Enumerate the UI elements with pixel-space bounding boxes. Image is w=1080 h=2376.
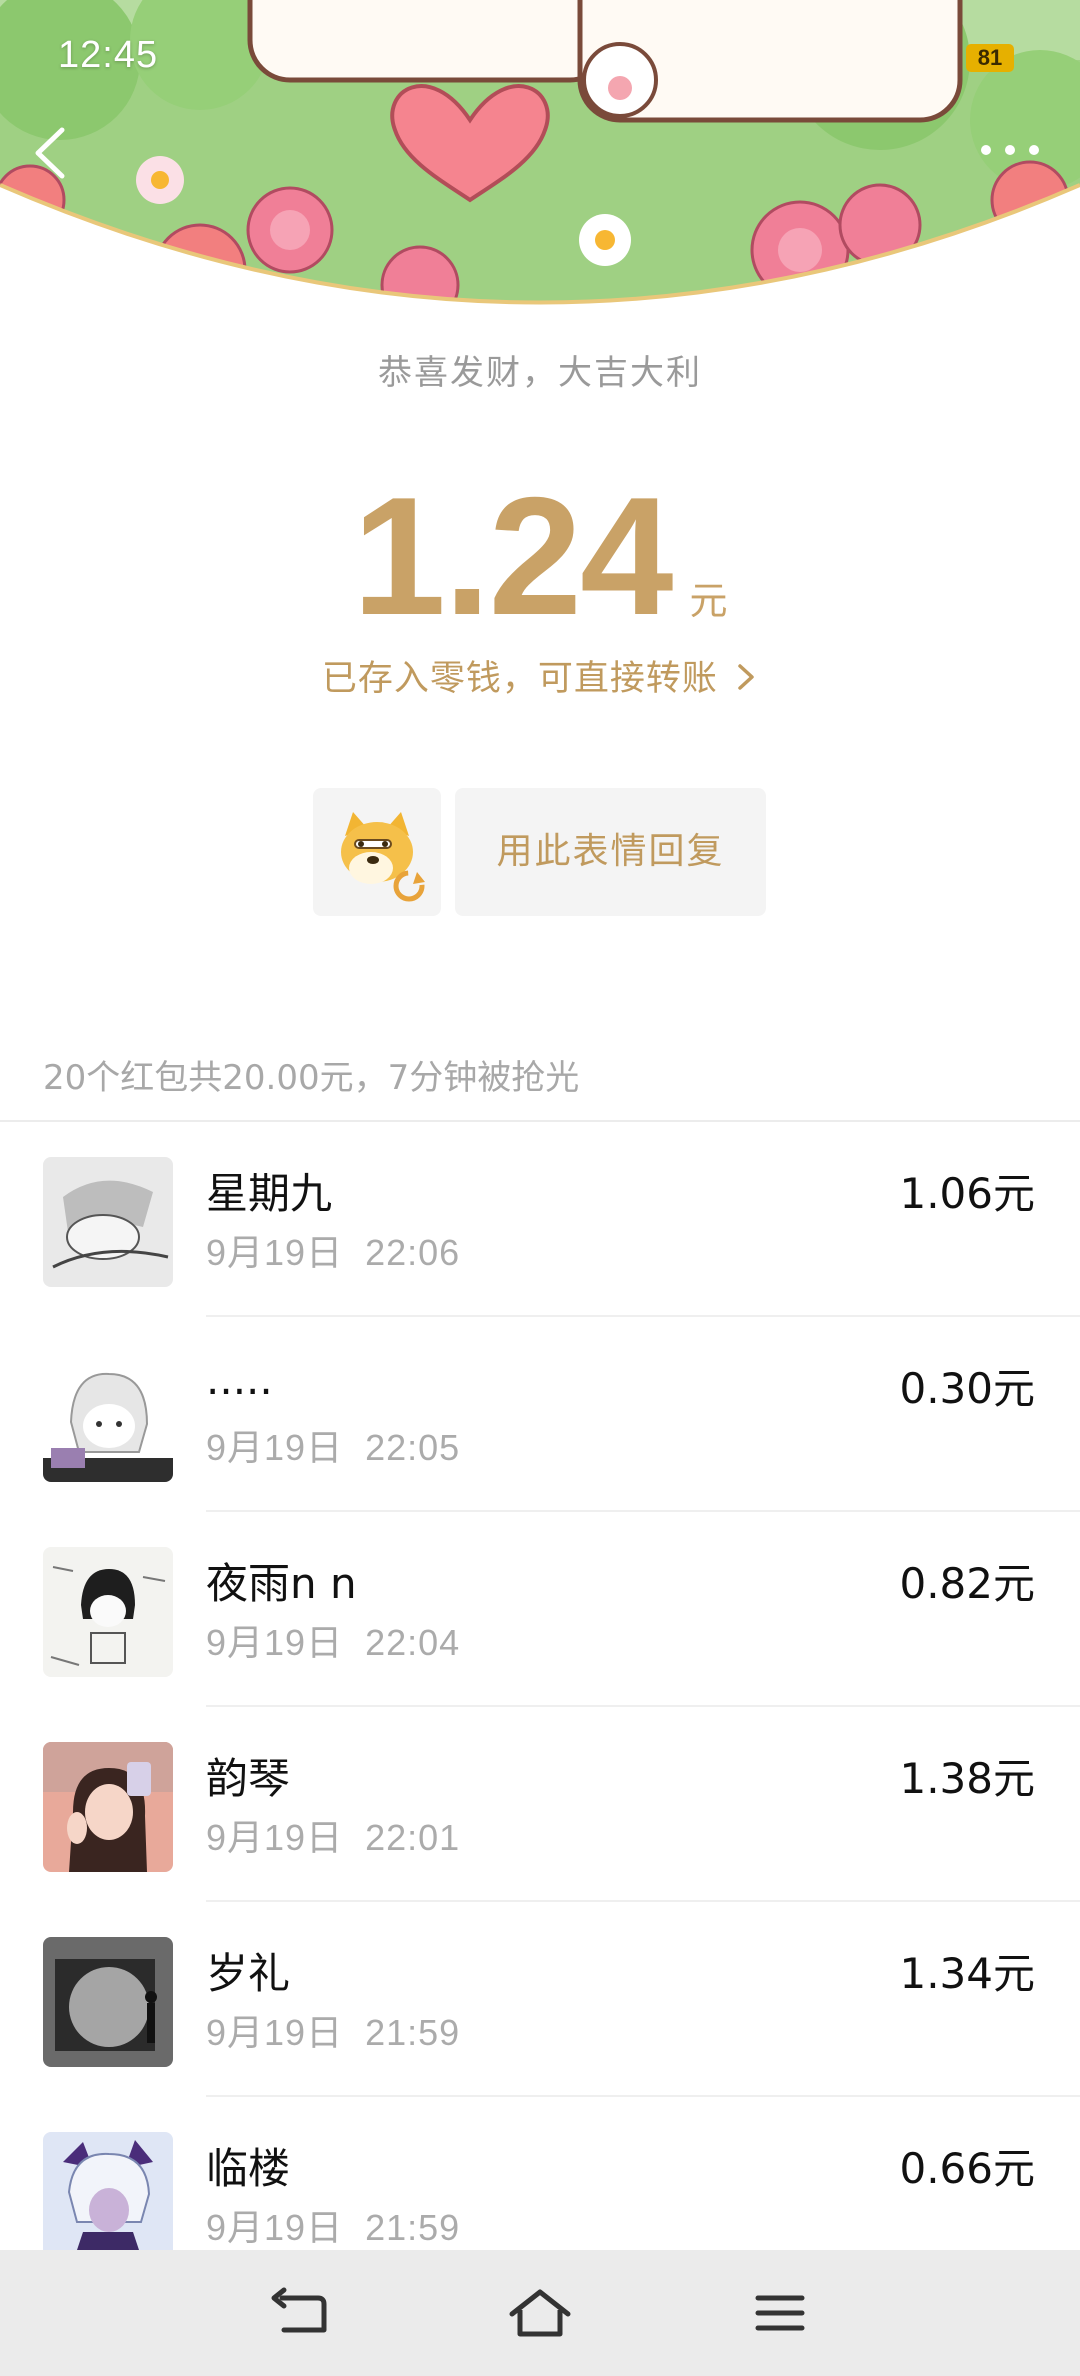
claim-amount: 1.34元 — [899, 1949, 1035, 1998]
avatar[interactable] — [43, 1352, 173, 1482]
system-navigation-bar — [0, 2250, 1080, 2376]
avatar[interactable] — [43, 2132, 173, 2262]
red-packet-cover-banner: 12:45 81 — [0, 0, 1080, 325]
claim-time: 9月19日 21:59 — [206, 2012, 461, 2053]
avatar[interactable] — [43, 1937, 173, 2067]
reply-with-emoji-button[interactable]: 用此表情回复 — [455, 788, 766, 916]
claim-time: 9月19日 22:05 — [206, 1427, 461, 1468]
back-arrow-icon — [271, 2287, 327, 2333]
claim-row[interactable]: 夜雨n n 9月19日 22:04 0.82元 — [0, 1512, 1080, 1707]
received-amount: 1.24 元 — [0, 460, 1080, 653]
saved-to-change-link[interactable]: 已存入零钱，可直接转账 — [0, 650, 1080, 701]
nav-menu-button[interactable] — [740, 2280, 820, 2346]
cover-illustration — [0, 0, 1080, 305]
claim-row[interactable]: 星期九 9月19日 22:06 1.06元 — [0, 1122, 1080, 1317]
status-bar-time: 12:45 — [58, 34, 159, 76]
claimer-name: 韵琴 — [206, 1754, 291, 1803]
more-dots-icon — [981, 145, 1039, 155]
red-packet-summary: 20个红包共20.00元，7分钟被抢光 — [43, 1058, 580, 1098]
claim-amount: 1.38元 — [899, 1754, 1035, 1803]
greeting-message: 恭喜发财，大吉大利 — [378, 353, 702, 393]
claim-amount: 1.06元 — [899, 1169, 1035, 1218]
avatar[interactable] — [43, 1547, 173, 1677]
avatar[interactable] — [43, 1157, 173, 1287]
home-icon — [509, 2289, 571, 2337]
claim-time: 9月19日 22:06 — [206, 1232, 461, 1273]
amount-value: 1.24 — [352, 462, 674, 650]
claim-time: 9月19日 21:59 — [206, 2207, 461, 2248]
claimer-name: 岁礼 — [206, 1949, 291, 1998]
claim-amount: 0.30元 — [899, 1364, 1035, 1413]
battery-indicator: 81 — [966, 44, 1014, 72]
claim-amount: 0.82元 — [899, 1559, 1035, 1608]
menu-icon — [755, 2295, 805, 2331]
chevron-left-icon — [35, 127, 65, 179]
amount-unit: 元 — [689, 579, 728, 623]
claim-row[interactable]: 岁礼 9月19日 21:59 1.34元 — [0, 1902, 1080, 2097]
claim-row[interactable]: ..... 9月19日 22:05 0.30元 — [0, 1317, 1080, 1512]
claim-amount: 0.66元 — [899, 2144, 1035, 2193]
saved-to-change-text: 已存入零钱，可直接转账 — [321, 659, 718, 699]
avatar[interactable] — [43, 1742, 173, 1872]
claimer-name: 星期九 — [206, 1169, 333, 1218]
claimer-name: ..... — [206, 1355, 273, 1404]
claim-row[interactable]: 韵琴 9月19日 22:01 1.38元 — [0, 1707, 1080, 1902]
claimer-name: 夜雨n n — [206, 1559, 357, 1608]
claim-time: 9月19日 22:01 — [206, 1817, 461, 1858]
doge-emoji-icon — [341, 812, 425, 902]
claimer-name: 临楼 — [206, 2144, 291, 2193]
claim-list: 星期九 9月19日 22:06 1.06元 ..... 9月19日 22:05 … — [0, 1122, 1080, 2292]
nav-back-button[interactable] — [262, 2280, 342, 2346]
more-options-button[interactable] — [970, 128, 1050, 172]
refresh-emoji-button[interactable] — [313, 788, 441, 916]
nav-home-button[interactable] — [500, 2280, 580, 2346]
chevron-right-icon — [738, 664, 754, 690]
claim-time: 9月19日 22:04 — [206, 1622, 461, 1663]
back-button[interactable] — [22, 118, 82, 188]
